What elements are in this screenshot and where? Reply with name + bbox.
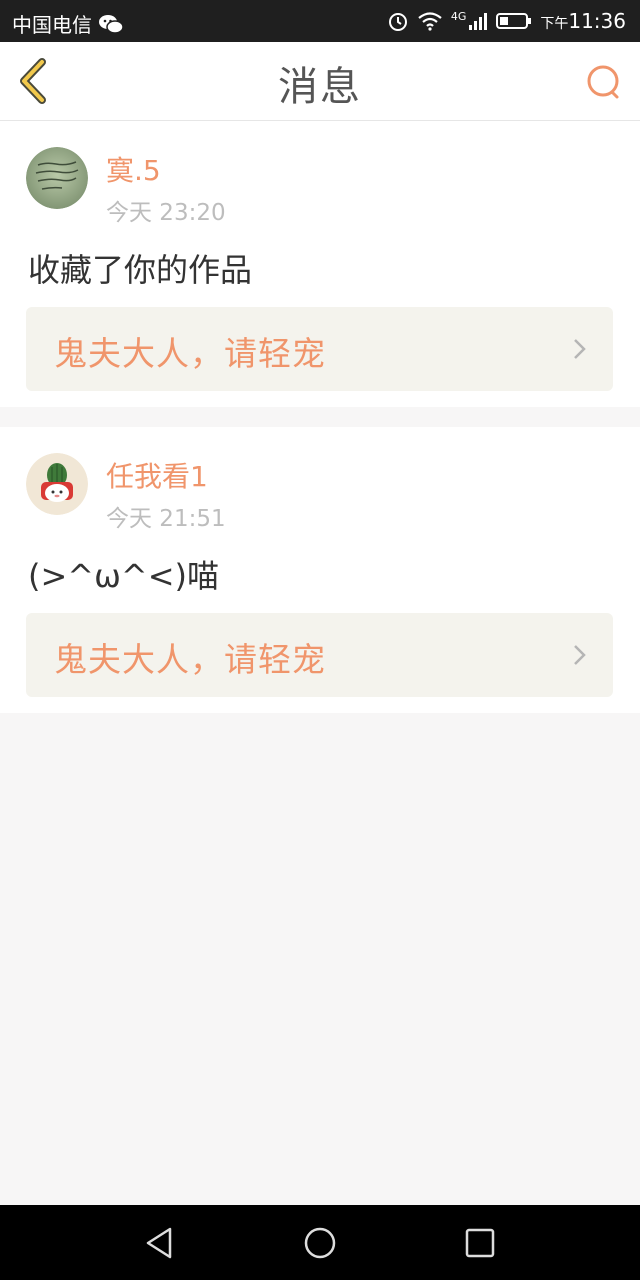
ampm-label: 下午 (540, 16, 569, 32)
work-link[interactable]: 鬼夫大人，请轻宠 (26, 307, 613, 391)
nav-recent-icon (465, 1228, 495, 1258)
nav-home-button[interactable] (300, 1223, 340, 1263)
app-header: 消息 (0, 42, 640, 121)
username[interactable]: 任我看1 (106, 455, 208, 495)
search-button[interactable] (584, 62, 624, 102)
chevron-right-icon (574, 339, 586, 359)
avatar[interactable] (26, 147, 88, 209)
nav-back-button[interactable] (140, 1223, 180, 1263)
battery-icon (496, 13, 532, 29)
work-title: 鬼夫大人，请轻宠 (54, 334, 326, 373)
status-left: 中国电信 (12, 9, 124, 38)
alarm-icon (388, 13, 407, 31)
nav-recent-button[interactable] (460, 1223, 500, 1263)
message-text: (>^ω^<)喵 (28, 557, 220, 595)
wechat-icon (99, 14, 124, 34)
page-title: 消息 (278, 64, 362, 110)
work-link[interactable]: 鬼夫大人，请轻宠 (26, 613, 613, 697)
chevron-right-icon (574, 645, 586, 665)
timestamp: 今天 21:51 (106, 506, 226, 532)
search-icon (587, 65, 619, 99)
message-card: 任我看1 今天 21:51 (>^ω^<)喵 鬼夫大人，请轻宠 (0, 427, 640, 713)
nav-back-icon (146, 1227, 172, 1259)
nav-home-icon (304, 1227, 336, 1259)
signal-icon (469, 13, 488, 30)
avatar[interactable] (26, 453, 88, 515)
system-nav-bar (0, 1205, 640, 1280)
message-text: 收藏了你的作品 (28, 251, 253, 289)
message-card: 寞.5 今天 23:20 收藏了你的作品 鬼夫大人，请轻宠 (0, 121, 640, 407)
work-title: 鬼夫大人，请轻宠 (54, 640, 326, 679)
status-bar: 中国电信 4G 下午11:36 (0, 0, 640, 42)
status-right: 4G 下午11:36 (387, 9, 626, 33)
wifi-icon (418, 12, 442, 31)
timestamp: 今天 23:20 (106, 200, 226, 226)
avatar-image (26, 147, 88, 209)
network-type: 4G (450, 9, 467, 23)
clock: 11:36 (568, 9, 626, 33)
carrier-label: 中国电信 (12, 13, 92, 37)
username[interactable]: 寞.5 (106, 149, 161, 189)
avatar-image (26, 453, 88, 515)
